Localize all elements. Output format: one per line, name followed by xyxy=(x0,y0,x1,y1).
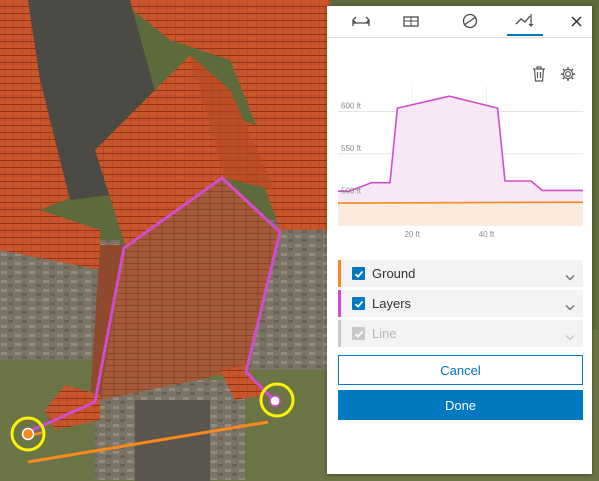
cancel-button[interactable]: Cancel xyxy=(338,355,583,385)
elevation-chart[interactable]: 500 ft 550 ft 600 ft 20 ft 40 ft xyxy=(338,86,583,241)
checkbox xyxy=(352,327,365,340)
elevation-profile-icon[interactable] xyxy=(507,6,543,36)
legend-row-ground[interactable]: Ground xyxy=(338,260,583,287)
distance-measure-icon[interactable] xyxy=(343,6,379,36)
slope-measure-icon[interactable] xyxy=(452,6,488,36)
y-tick-label: 600 ft xyxy=(341,101,362,110)
area-measure-icon[interactable] xyxy=(393,6,429,36)
measurement-toolbar xyxy=(327,6,592,38)
y-tick-label: 550 ft xyxy=(341,144,362,153)
legend-label: Layers xyxy=(372,296,412,311)
done-button[interactable]: Done xyxy=(338,390,583,420)
chevron-down-icon[interactable] xyxy=(565,299,575,314)
close-icon[interactable] xyxy=(567,12,585,30)
x-tick-label: 20 ft xyxy=(404,230,420,239)
elevation-profile-panel: 500 ft 550 ft 600 ft 20 ft 40 ft Ground Layer… xyxy=(327,6,592,474)
legend-label: Ground xyxy=(372,266,416,281)
legend-label: Line xyxy=(372,326,397,341)
y-tick-label: 500 ft xyxy=(341,186,362,195)
legend-row-line: Line xyxy=(338,320,583,347)
legend-row-layers[interactable]: Layers xyxy=(338,290,583,317)
checkbox[interactable] xyxy=(352,267,365,280)
x-tick-label: 40 ft xyxy=(479,230,495,239)
checkbox[interactable] xyxy=(352,297,365,310)
series-color-bar xyxy=(338,290,341,317)
settings-gear-icon[interactable] xyxy=(558,64,578,84)
trash-icon[interactable] xyxy=(529,64,549,84)
ground-profile-line xyxy=(338,201,583,204)
series-color-bar xyxy=(338,320,341,347)
series-color-bar xyxy=(338,260,341,287)
ground-area xyxy=(338,202,583,226)
chevron-down-icon xyxy=(565,329,575,344)
chevron-down-icon[interactable] xyxy=(565,269,575,284)
